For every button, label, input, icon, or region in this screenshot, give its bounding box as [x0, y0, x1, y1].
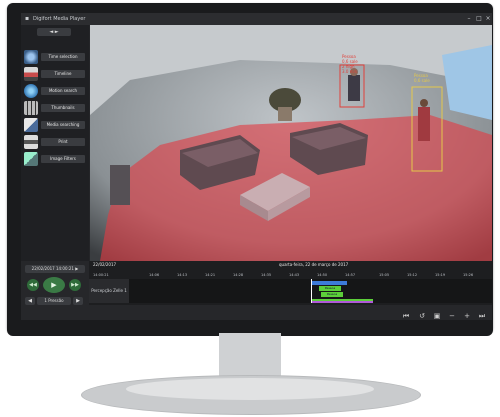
sidebar-item-label: Image Filters [41, 155, 85, 163]
monitor-stand-neck [219, 333, 281, 379]
playback-speed-label: 1 Pressão [37, 297, 71, 305]
tick-label: 15:05 [379, 273, 390, 277]
detection-2-line-2: 0,6 sale [414, 78, 430, 83]
sidebar-item-print[interactable]: Print [24, 135, 86, 149]
timeline-icon [24, 67, 38, 81]
monitor-stand-base-top [126, 378, 374, 400]
sidebar-item-motion-search[interactable]: Motion search [24, 84, 86, 98]
rewind-icon[interactable]: ↺ [418, 312, 426, 320]
sidebar-item-label: Timeline [41, 70, 85, 78]
sidebar-item-label: Motion search [41, 87, 85, 95]
speed-up-button[interactable]: ▶ [73, 297, 83, 305]
media-search-icon [24, 118, 38, 132]
event-bar-green-2[interactable]: Pessoa [321, 292, 343, 297]
sidebar-toggle-button[interactable]: ◄ ► [37, 28, 71, 36]
title-bar: ▪ Digifort Media Player – □ × [21, 13, 492, 25]
track-label: Percepção Zelle 1 [89, 279, 129, 303]
zoom-in-icon[interactable]: + [463, 312, 471, 320]
tick-label: 14:57 [345, 273, 356, 277]
previous-icon[interactable]: ⏮ [402, 312, 410, 320]
zoom-out-icon[interactable]: − [448, 312, 456, 320]
app-icon: ▪ [24, 15, 30, 22]
camera-frame: Pessoa 0,6 sale 2 high 3.0 m/s Pessoa 0,… [90, 25, 492, 261]
sidebar: ◄ ► Time selection Timeline Motion searc… [21, 25, 89, 261]
datetime-display[interactable]: 22/02/2017 14:00:21 ▶ [25, 265, 85, 273]
printer-icon [24, 135, 38, 149]
app-window: ▪ Digifort Media Player – □ × ◄ ► Time s… [21, 13, 492, 320]
next-icon[interactable]: ⏭ [478, 312, 486, 320]
tick-label: 14:35 [261, 273, 272, 277]
tick-label: 14:00:21 [93, 273, 109, 277]
tick-label: 14:43 [289, 273, 300, 277]
detection-1-line-4: 3.0 m/s [342, 69, 357, 74]
clock-icon [24, 50, 38, 64]
sidebar-item-timeline[interactable]: Timeline [24, 67, 86, 81]
speed-down-button[interactable]: ◀ [25, 297, 35, 305]
playhead[interactable] [311, 279, 312, 303]
sidebar-item-time-selection[interactable]: Time selection [24, 50, 86, 64]
tick-label: 15:26 [463, 273, 474, 277]
tick-label: 14:13 [177, 273, 188, 277]
sidebar-item-image-filters[interactable]: Image Filters [24, 152, 86, 166]
window-title: Digifort Media Player [33, 16, 86, 22]
tick-label: 14:06 [149, 273, 160, 277]
globe-icon [24, 84, 38, 98]
video-view[interactable]: Pessoa 0,6 sale 2 high 3.0 m/s Pessoa 0,… [90, 25, 492, 261]
image-filter-icon [24, 152, 38, 166]
playback-panel: 22/02/2017 14:00:21 ▶ ◀◀ ▶ ▶▶ ◀ 1 Pressã… [21, 261, 492, 320]
sidebar-item-label: Media searching [41, 121, 85, 129]
event-bar-purple[interactable] [311, 301, 373, 303]
forward-button[interactable]: ▶▶ [69, 279, 81, 291]
tick-label: 14:21 [205, 273, 216, 277]
play-button[interactable]: ▶ [43, 277, 65, 293]
tick-label: 15:19 [435, 273, 446, 277]
event-bar-green-1[interactable]: Pessoa [319, 286, 341, 291]
monitor-bezel: ▪ Digifort Media Player – □ × ◄ ► Time s… [7, 3, 493, 333]
minimize-icon[interactable]: – [466, 16, 472, 22]
save-icon[interactable]: ▣ [433, 312, 441, 320]
maximize-icon[interactable]: □ [476, 16, 482, 22]
cabinet [110, 165, 130, 205]
close-icon[interactable]: × [485, 16, 491, 22]
sidebar-item-thumbnails[interactable]: Thumbnails [24, 101, 86, 115]
thumbnails-icon [24, 101, 38, 115]
timeline[interactable]: 22/02/2017 quarta-feira, 22 de março de … [89, 261, 492, 305]
sidebar-item-label: Thumbnails [41, 104, 85, 112]
sidebar-item-label: Print [41, 138, 85, 146]
sidebar-item-media-searching[interactable]: Media searching [24, 118, 86, 132]
tick-label: 14:50 [317, 273, 328, 277]
timeline-header: quarta-feira, 22 de março de 2017 [279, 262, 349, 267]
rewind-button[interactable]: ◀◀ [27, 279, 39, 291]
sidebar-item-label: Time selection [41, 53, 85, 61]
tick-label: 15:12 [407, 273, 418, 277]
event-bar-blue[interactable] [311, 281, 347, 285]
timeline-date: 22/02/2017 [93, 262, 117, 267]
tick-label: 14:28 [233, 273, 244, 277]
